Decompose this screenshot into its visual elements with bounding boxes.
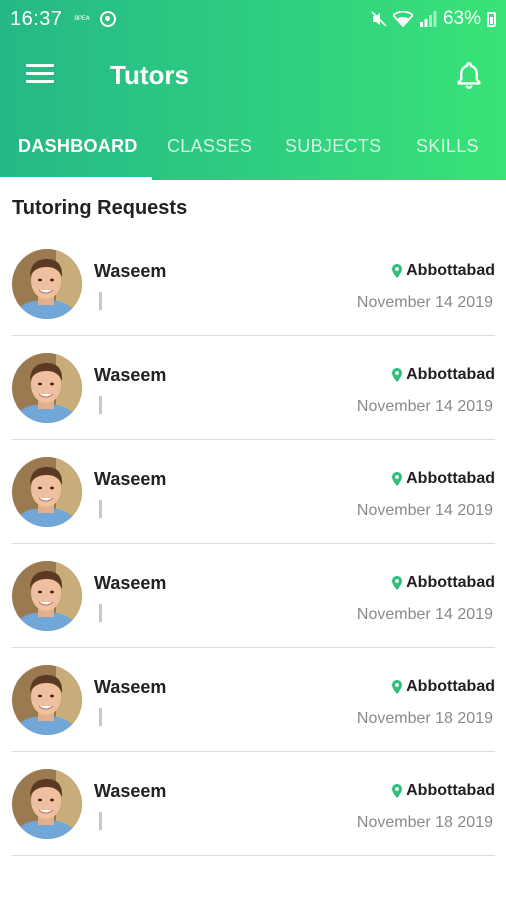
location-text: Abbottabad: [406, 262, 495, 279]
avatar: [12, 249, 82, 319]
tutoring-request-list: Waseem Abbottabad November 14 2019 Wasee…: [0, 232, 506, 856]
battery-percentage: 63%: [442, 8, 481, 29]
location: Abbottabad: [392, 262, 495, 280]
tab-bar: DASHBOARD CLASSES SUBJECTS SKILLS: [0, 128, 506, 180]
avatar: [12, 353, 82, 423]
location-pin-icon: [392, 264, 403, 278]
avatar: [12, 457, 82, 527]
location-pin-icon: [392, 576, 403, 590]
location-text: Abbottabad: [406, 366, 495, 383]
avatar-photo: [12, 249, 82, 319]
avatar: [12, 769, 82, 839]
location-pin-icon: [392, 680, 403, 694]
request-list-item[interactable]: Waseem Abbottabad November 14 2019: [12, 544, 495, 648]
tutor-name: Waseem: [94, 261, 167, 281]
request-list-item[interactable]: Waseem Abbottabad November 18 2019: [12, 648, 495, 752]
tutor-name: Waseem: [94, 677, 167, 697]
toolbar: Tutors: [0, 48, 506, 104]
divider-bar: [99, 604, 102, 622]
location-text: Abbottabad: [406, 574, 495, 591]
location-pin-icon: [392, 784, 403, 798]
hamburger-menu-icon[interactable]: [26, 64, 54, 86]
location: Abbottabad: [392, 574, 495, 592]
tab-skills[interactable]: SKILLS: [416, 136, 479, 157]
tab-dashboard[interactable]: DASHBOARD: [18, 136, 138, 157]
divider-bar: [99, 812, 102, 830]
signal-icon: [419, 11, 437, 27]
avatar: [12, 665, 82, 735]
location: Abbottabad: [392, 678, 495, 696]
request-date: November 14 2019: [356, 502, 493, 519]
sync-icon: [99, 11, 116, 27]
request-date: November 14 2019: [356, 398, 493, 415]
section-title: Tutoring Requests: [12, 197, 188, 219]
tutor-name: Waseem: [94, 781, 167, 801]
tutor-name: Waseem: [94, 365, 167, 385]
app-header: 16:37 ᴮᴾᴱᴬ 63% Tutors DASHBOARD CLASSES …: [0, 0, 506, 180]
location: Abbottabad: [392, 470, 495, 488]
avatar-photo: [12, 353, 82, 423]
location-text: Abbottabad: [406, 782, 495, 799]
request-list-item[interactable]: Waseem Abbottabad November 14 2019: [12, 440, 495, 544]
location: Abbottabad: [392, 782, 495, 800]
avatar-photo: [12, 769, 82, 839]
divider-bar: [99, 500, 102, 518]
status-time: 16:37: [10, 7, 63, 30]
location-pin-icon: [392, 368, 403, 382]
page-title: Tutors: [110, 60, 189, 90]
location: Abbottabad: [392, 366, 495, 384]
avatar-photo: [12, 457, 82, 527]
tutor-name: Waseem: [94, 573, 167, 593]
wifi-icon: [392, 11, 413, 27]
tab-active-indicator: [0, 177, 152, 180]
request-date: November 14 2019: [356, 606, 493, 623]
location-text: Abbottabad: [406, 470, 495, 487]
tab-subjects[interactable]: SUBJECTS: [285, 136, 381, 157]
battery-icon: [487, 11, 496, 27]
status-bar: 16:37 ᴮᴾᴱᴬ 63%: [0, 0, 506, 38]
request-date: November 18 2019: [356, 814, 493, 831]
bell-icon[interactable]: [454, 60, 484, 90]
mute-icon: [371, 11, 387, 27]
location-text: Abbottabad: [406, 678, 495, 695]
avatar: [12, 561, 82, 631]
location-pin-icon: [392, 472, 403, 486]
tutor-name: Waseem: [94, 469, 167, 489]
divider-bar: [99, 396, 102, 414]
request-list-item[interactable]: Waseem Abbottabad November 14 2019: [12, 336, 495, 440]
request-date: November 14 2019: [356, 294, 493, 311]
tab-classes[interactable]: CLASSES: [167, 136, 252, 157]
request-date: November 18 2019: [356, 710, 493, 727]
request-list-item[interactable]: Waseem Abbottabad November 18 2019: [12, 752, 495, 856]
avatar-photo: [12, 665, 82, 735]
status-right-group: 63%: [371, 8, 496, 30]
divider-bar: [99, 292, 102, 310]
status-notification-text: ᴮᴾᴱᴬ: [74, 14, 90, 24]
avatar-photo: [12, 561, 82, 631]
request-list-item[interactable]: Waseem Abbottabad November 14 2019: [12, 232, 495, 336]
divider-bar: [99, 708, 102, 726]
